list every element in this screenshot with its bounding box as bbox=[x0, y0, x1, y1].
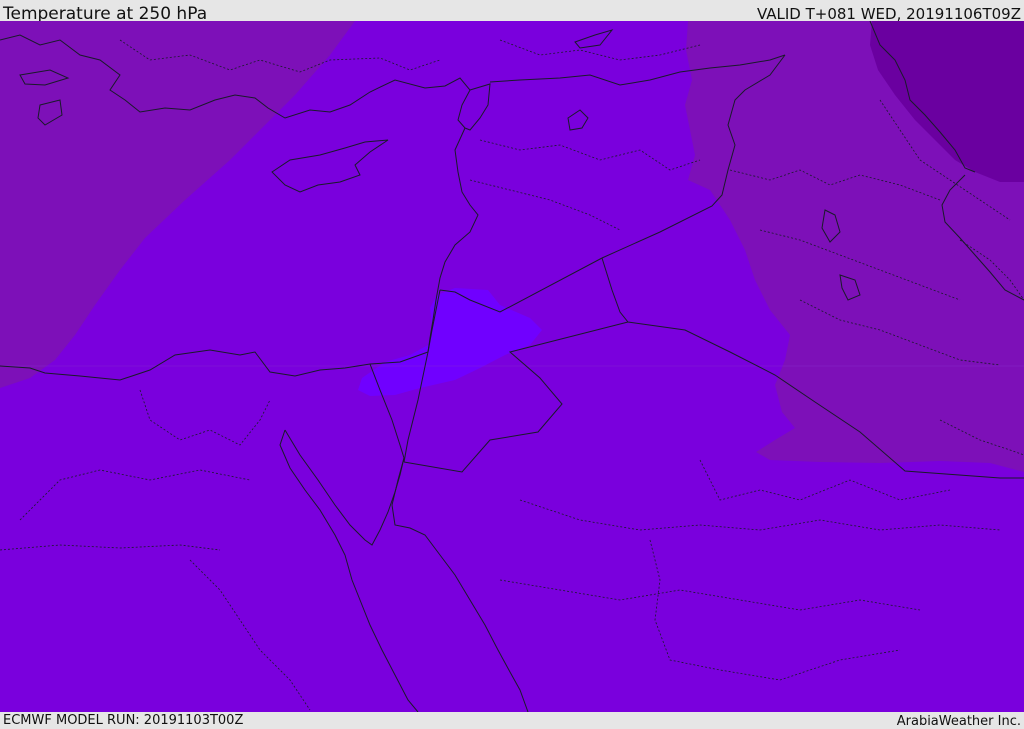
weather-map-app: Temperature at 250 hPa VALID T+081 WED, … bbox=[0, 0, 1024, 729]
model-run-label: ECMWF MODEL RUN: 20191103T00Z bbox=[3, 713, 244, 728]
provider-label: ArabiaWeather Inc. bbox=[896, 714, 1021, 729]
map-canvas bbox=[0, 21, 1024, 712]
footer-bar: ECMWF MODEL RUN: 20191103T00Z ArabiaWeat… bbox=[0, 712, 1024, 729]
temperature-map bbox=[0, 21, 1024, 712]
header-bar: Temperature at 250 hPa VALID T+081 WED, … bbox=[0, 0, 1024, 24]
